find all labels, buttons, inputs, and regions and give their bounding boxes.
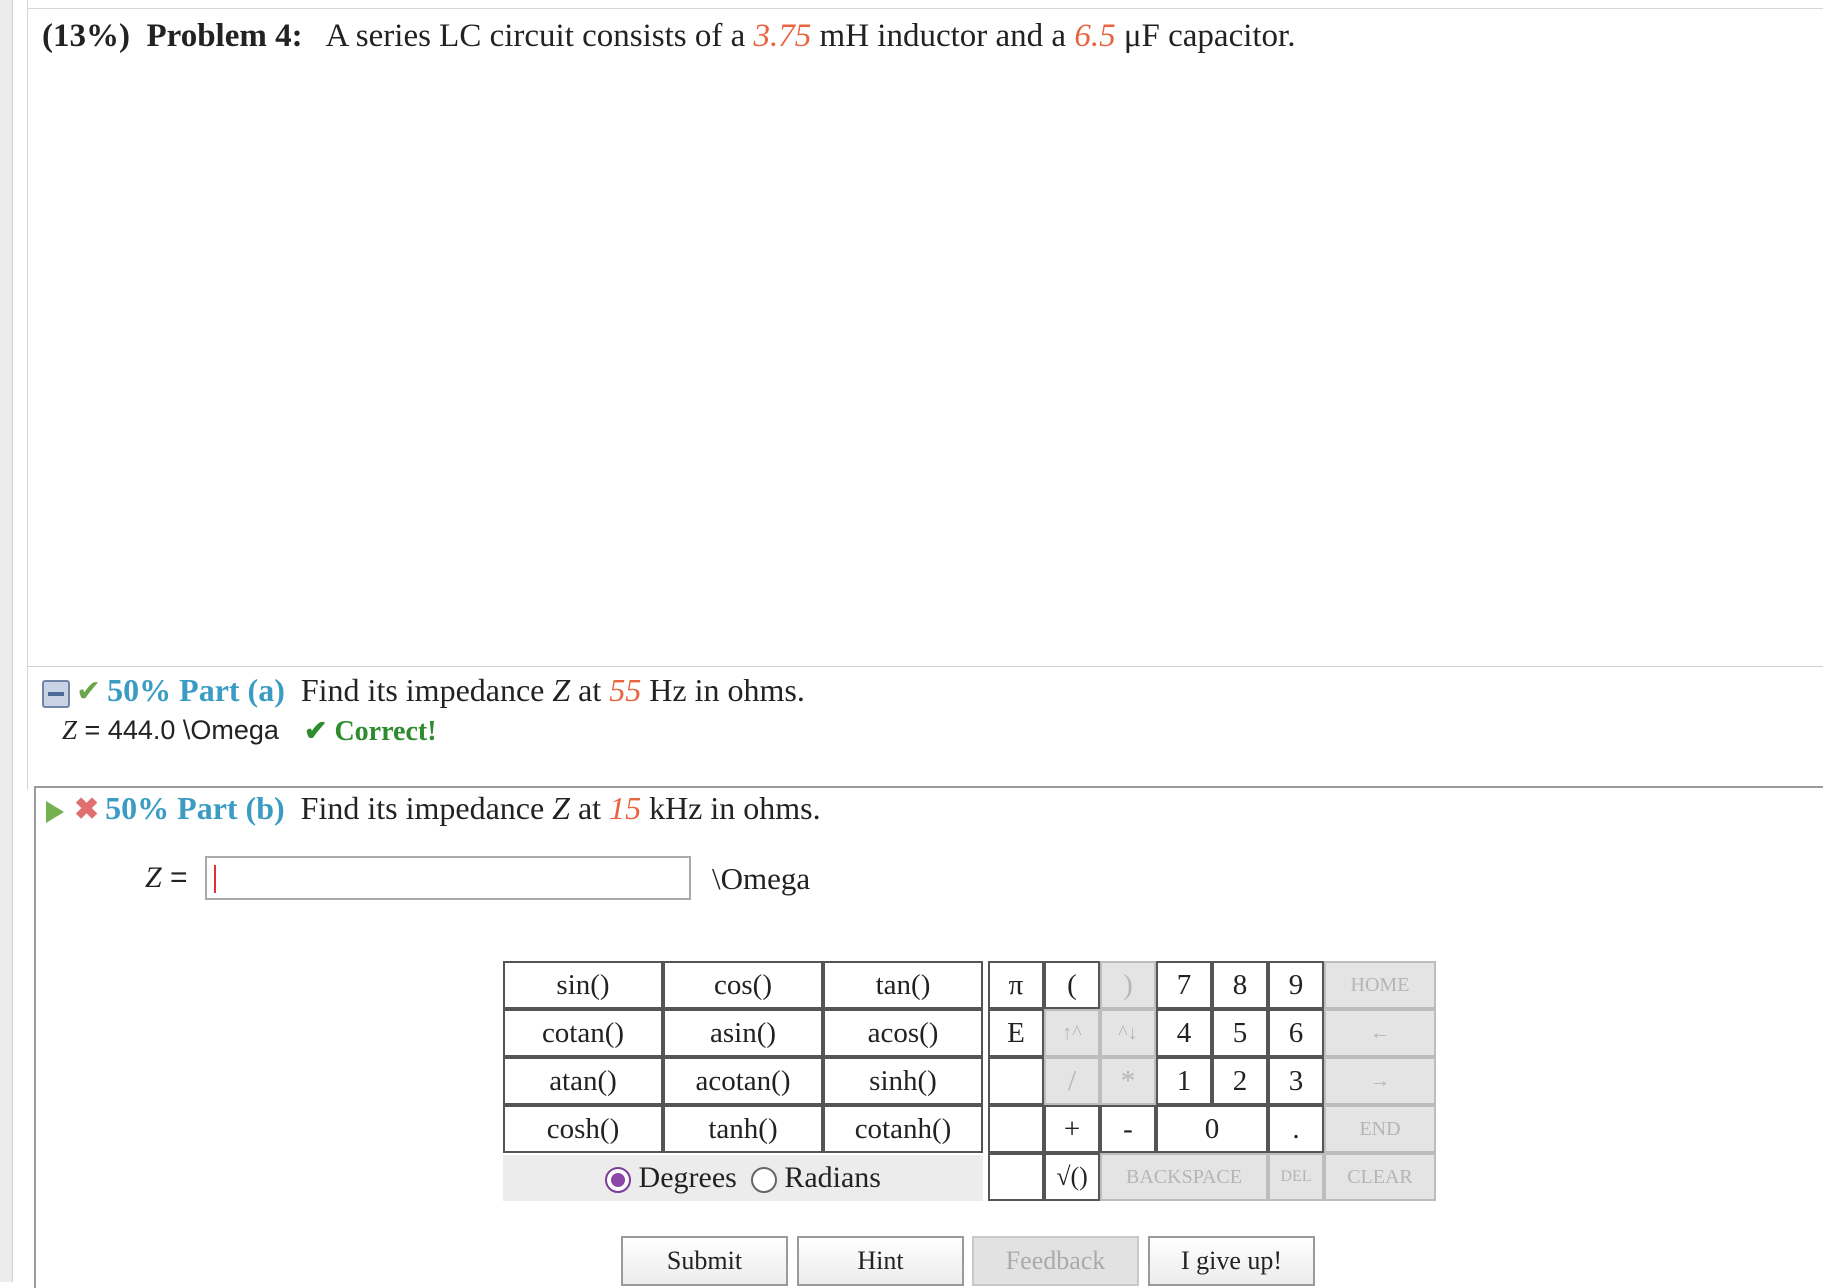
key-divide[interactable]: / (1044, 1057, 1100, 1105)
key-power-down[interactable]: ^↓ (1100, 1009, 1156, 1057)
key-backspace[interactable]: BACKSPACE (1100, 1153, 1268, 1201)
key-sqrt[interactable]: √() (1044, 1153, 1100, 1201)
x-icon: ✖ (74, 793, 100, 826)
key-right[interactable]: → (1324, 1057, 1436, 1105)
part-a-text-3: Hz in ohms. (649, 672, 805, 708)
key-cotanh[interactable]: cotanh() (823, 1105, 983, 1153)
checkmark-icon: ✔ (76, 675, 102, 708)
problem-statement-box (28, 8, 1823, 667)
answer-input[interactable] (205, 856, 691, 900)
key-open-paren[interactable]: ( (1044, 961, 1100, 1009)
key-asin[interactable]: asin() (663, 1009, 823, 1057)
key-del[interactable]: DEL (1268, 1153, 1324, 1201)
key-e[interactable]: E (988, 1009, 1044, 1057)
part-b-header: ✖ 50% Part (b) Find its impedance Z at 15… (46, 790, 821, 827)
give-up-button[interactable]: I give up! (1148, 1236, 1315, 1286)
correct-status: ✔ Correct! (304, 716, 437, 747)
part-a-answer-var: Z (62, 715, 78, 745)
key-cosh[interactable]: cosh() (503, 1105, 663, 1153)
key-tanh[interactable]: tanh() (663, 1105, 823, 1153)
part-b-frequency: 15 (609, 790, 642, 826)
part-a-label: Part (a) (179, 672, 285, 708)
key-9[interactable]: 9 (1268, 961, 1324, 1009)
part-b-text-1: Find its impedance (300, 790, 545, 826)
problem-text-1: A series LC circuit consists of a (325, 18, 746, 54)
key-plus[interactable]: + (1044, 1105, 1100, 1153)
key-blank-2[interactable] (988, 1105, 1044, 1153)
part-a-text-1: Find its impedance (300, 672, 545, 708)
capacitance-value: 6.5 (1074, 18, 1116, 54)
key-2[interactable]: 2 (1212, 1057, 1268, 1105)
submit-button[interactable]: Submit (621, 1236, 788, 1286)
key-cos[interactable]: cos() (663, 961, 823, 1009)
key-close-paren[interactable]: ) (1100, 961, 1156, 1009)
problem-weight: (13%) (42, 18, 130, 54)
play-icon (46, 800, 64, 823)
key-0[interactable]: 0 (1156, 1105, 1268, 1153)
key-5[interactable]: 5 (1212, 1009, 1268, 1057)
key-clear[interactable]: CLEAR (1324, 1153, 1436, 1201)
problem-text-2: mH inductor and a (819, 18, 1067, 54)
key-blank-1[interactable] (988, 1057, 1044, 1105)
problem-label: Problem 4: (146, 18, 303, 54)
radians-label: Radians (784, 1161, 881, 1194)
collapse-icon[interactable] (42, 679, 70, 708)
inductance-value: 3.75 (753, 18, 812, 54)
radians-option[interactable]: Radians (750, 1161, 881, 1195)
part-a-answer: Z = 444.0 \Omega (62, 715, 279, 746)
hint-button[interactable]: Hint (797, 1236, 964, 1286)
key-atan[interactable]: atan() (503, 1057, 663, 1105)
key-sinh[interactable]: sinh() (823, 1057, 983, 1105)
key-dot[interactable]: . (1268, 1105, 1324, 1153)
key-power-up[interactable]: ↑^ (1044, 1009, 1100, 1057)
key-1[interactable]: 1 (1156, 1057, 1212, 1105)
part-b-text-2: at (577, 790, 602, 826)
key-sin[interactable]: sin() (503, 961, 663, 1009)
answer-var: Z (145, 861, 162, 894)
part-a-answer-text: = 444.0 \Omega (77, 715, 279, 745)
key-7[interactable]: 7 (1156, 961, 1212, 1009)
key-acos[interactable]: acos() (823, 1009, 983, 1057)
left-scroll-edge (0, 0, 13, 1282)
part-b-weight: 50% (105, 790, 170, 826)
part-a-var: Z (552, 672, 571, 708)
part-b-label: Part (b) (177, 790, 285, 826)
degrees-label: Degrees (638, 1161, 737, 1194)
key-blank-3[interactable] (988, 1153, 1044, 1201)
part-a-text-2: at (578, 672, 602, 708)
degrees-radio[interactable] (605, 1167, 632, 1194)
text-caret (214, 865, 216, 893)
part-a-header: ✔ 50% Part (a) Find its impedance Z at 55… (42, 672, 805, 709)
key-4[interactable]: 4 (1156, 1009, 1212, 1057)
key-multiply[interactable]: * (1100, 1057, 1156, 1105)
key-left[interactable]: ← (1324, 1009, 1436, 1057)
part-b-text-3: kHz in ohms. (649, 790, 821, 826)
key-pi[interactable]: π (988, 961, 1044, 1009)
key-cotan[interactable]: cotan() (503, 1009, 663, 1057)
problem-statement: (13%) Problem 4: A series LC circuit con… (42, 18, 1295, 55)
part-a-frequency: 55 (609, 672, 642, 708)
key-8[interactable]: 8 (1212, 961, 1268, 1009)
key-6[interactable]: 6 (1268, 1009, 1324, 1057)
key-home[interactable]: HOME (1324, 961, 1436, 1009)
part-b-var: Z (552, 790, 570, 826)
radians-radio[interactable] (750, 1167, 777, 1194)
angle-mode-row: Degrees Radians (503, 1155, 983, 1201)
feedback-button[interactable]: Feedback (972, 1236, 1139, 1286)
answer-unit: \Omega (712, 861, 811, 896)
key-acotan[interactable]: acotan() (663, 1057, 823, 1105)
part-a-weight: 50% (107, 672, 172, 708)
key-tan[interactable]: tan() (823, 961, 983, 1009)
answer-eq: = (161, 861, 188, 894)
degrees-option[interactable]: Degrees (605, 1161, 737, 1195)
key-3[interactable]: 3 (1268, 1057, 1324, 1105)
answer-label: Z = (145, 861, 188, 895)
key-end[interactable]: END (1324, 1105, 1436, 1153)
key-minus[interactable]: - (1100, 1105, 1156, 1153)
problem-text-3: μF capacitor. (1123, 18, 1296, 54)
